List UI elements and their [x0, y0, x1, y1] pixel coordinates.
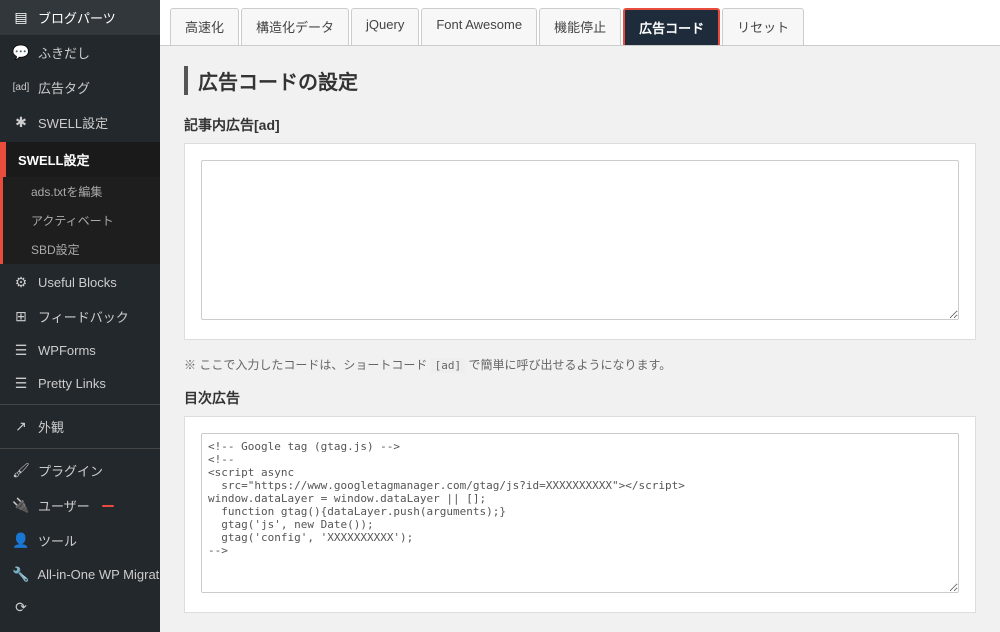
sidebar-item-activate[interactable]: SBD設定: [3, 235, 160, 264]
swell-submenu: SWELL設定 ads.txtを編集 アクティベート SBD設定: [0, 142, 160, 264]
section2-block: <!-- Google tag (gtag.js) --> <!-- <scri…: [184, 416, 976, 613]
tab-font-awesome[interactable]: Font Awesome: [421, 8, 537, 45]
blog-parts-icon: ▤: [12, 9, 30, 26]
section1-block: [184, 143, 976, 340]
tab-jquery[interactable]: jQuery: [351, 8, 419, 45]
sidebar-item-appearance[interactable]: 🖌 プラグイン: [0, 453, 160, 488]
sbd-icon: ⚙: [12, 274, 30, 291]
sidebar-item-users[interactable]: 👤 ツール: [0, 523, 160, 558]
plugins-icon: 🔌: [12, 497, 30, 514]
tools-icon: 🔧: [12, 566, 29, 583]
tab-structured-data[interactable]: 構造化データ: [241, 8, 349, 45]
article-ad-textarea[interactable]: [201, 160, 959, 320]
sidebar-item-feedback[interactable]: ☰ WPForms: [0, 334, 160, 367]
ad-tag-icon: [ad]: [12, 82, 30, 93]
sidebar-item-plugins[interactable]: 🔌 ユーザー: [0, 488, 160, 523]
users-icon: 👤: [12, 532, 30, 549]
swell-settings-label[interactable]: SWELL設定: [3, 142, 160, 177]
sidebar-item-blog-parts[interactable]: ▤ ブログパーツ: [0, 0, 160, 35]
swell-icon: ✱: [12, 114, 30, 131]
sidebar-item-ads-txt[interactable]: アクティベート: [3, 206, 160, 235]
sidebar-item-editor-settings[interactable]: ads.txtを編集: [3, 177, 160, 206]
sidebar-item-swell[interactable]: ✱ SWELL設定: [0, 105, 160, 140]
wpforms-icon: ☰: [12, 375, 30, 392]
sidebar: ▤ ブログパーツ 💬 ふきだし [ad] 広告タグ ✱ SWELL設定 SWEL…: [0, 0, 160, 632]
tab-ad-code[interactable]: 広告コード: [623, 8, 720, 45]
sidebar-item-allinone[interactable]: ⟳: [0, 591, 160, 624]
settings-content: 広告コードの設定 記事内広告[ad] ※ ここで入力したコードは、ショートコード…: [160, 46, 1000, 632]
sidebar-item-pretty-links[interactable]: ↗ 外観: [0, 409, 160, 444]
sidebar-item-fukidashi[interactable]: 💬 ふきだし: [0, 35, 160, 70]
feedback-icon: ☰: [12, 342, 30, 359]
section2-label: 目次広告: [184, 388, 976, 408]
page-title: 広告コードの設定: [184, 66, 976, 95]
section1-label: 記事内広告[ad]: [184, 115, 976, 135]
pretty-links-icon: ↗: [12, 418, 30, 435]
appearance-icon: 🖌: [12, 462, 30, 479]
tab-feature-stop[interactable]: 機能停止: [539, 8, 621, 45]
sidebar-item-wpforms[interactable]: ☰ Pretty Links: [0, 367, 160, 400]
sidebar-item-useful-blocks[interactable]: ⊞ フィードバック: [0, 299, 160, 334]
plugins-badge: [102, 505, 114, 507]
tab-reset[interactable]: リセット: [722, 8, 804, 45]
section1-hint: ※ ここで入力したコードは、ショートコード [ad] で簡単に呼び出せるようにな…: [184, 356, 976, 373]
sidebar-item-sbd[interactable]: ⚙ Useful Blocks: [0, 266, 160, 299]
allinone-icon: ⟳: [12, 599, 30, 616]
tab-high-speed[interactable]: 高速化: [170, 8, 239, 45]
toc-ad-textarea[interactable]: <!-- Google tag (gtag.js) --> <!-- <scri…: [201, 433, 959, 593]
sidebar-item-tools[interactable]: 🔧 All-in-One WP Migration: [0, 558, 160, 591]
useful-blocks-icon: ⊞: [12, 308, 30, 325]
fukidashi-icon: 💬: [12, 44, 30, 61]
sidebar-item-ad-tag[interactable]: [ad] 広告タグ: [0, 70, 160, 105]
main-content: 高速化 構造化データ jQuery Font Awesome 機能停止 広告コー…: [160, 0, 1000, 632]
section-article-ad: 記事内広告[ad] ※ ここで入力したコードは、ショートコード [ad] で簡単…: [184, 115, 976, 373]
section-toc-ad: 目次広告 <!-- Google tag (gtag.js) --> <!-- …: [184, 388, 976, 613]
tab-bar: 高速化 構造化データ jQuery Font Awesome 機能停止 広告コー…: [160, 0, 1000, 46]
